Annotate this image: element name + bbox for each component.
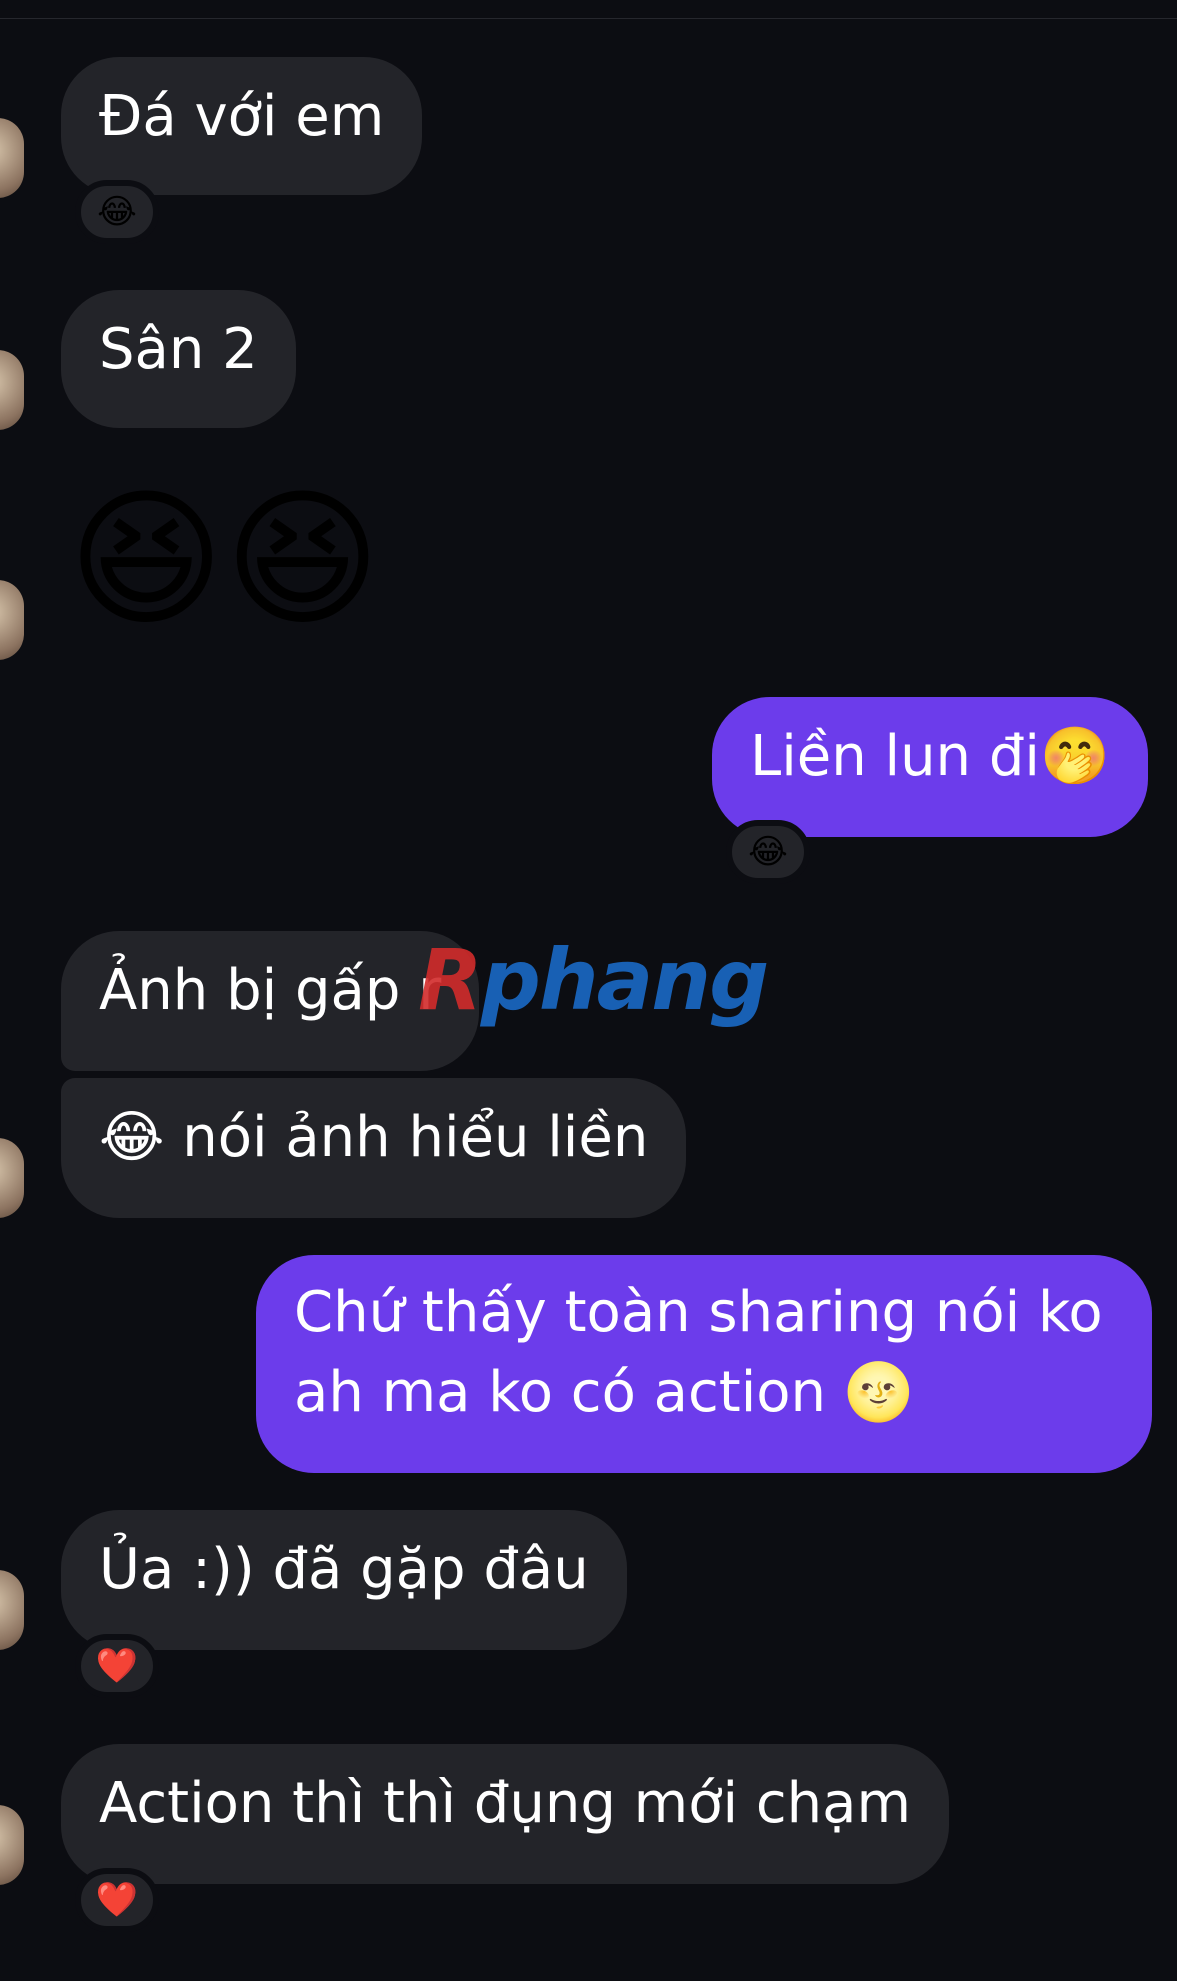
reaction-badge[interactable]: 😂 <box>75 180 159 244</box>
avatar[interactable] <box>0 118 24 198</box>
avatar[interactable] <box>0 580 24 660</box>
message-bubble-incoming[interactable]: Action thì thì đụng mới chạm <box>61 1744 949 1884</box>
message-line: ah ma ko có action 🌝 <box>294 1360 914 1425</box>
message-bubble-incoming[interactable]: Ủa :)) đã gặp đâu <box>61 1510 627 1650</box>
message-bubble-incoming[interactable]: 😂 nói ảnh hiểu liền <box>61 1078 687 1218</box>
emoji-message[interactable]: 😆😆 <box>68 485 381 635</box>
avatar[interactable] <box>0 1138 24 1218</box>
watermark-logo: Rphang <box>418 931 769 1029</box>
message-line: Chứ thấy toàn sharing nói ko <box>294 1280 1103 1345</box>
reaction-badge[interactable]: ❤️ <box>75 1868 159 1932</box>
avatar[interactable] <box>0 1570 24 1650</box>
avatar[interactable] <box>0 1805 24 1885</box>
reaction-badge[interactable]: ❤️ <box>75 1634 159 1698</box>
header-divider <box>0 18 1177 19</box>
avatar[interactable] <box>0 350 24 430</box>
message-bubble-incoming[interactable]: Sân 2 <box>61 290 296 428</box>
message-bubble-outgoing[interactable]: Chứ thấy toàn sharing nói ko ah ma ko có… <box>256 1255 1152 1473</box>
message-bubble-outgoing[interactable]: Liền lun đi🤭 <box>712 697 1148 837</box>
message-bubble-incoming[interactable]: Ảnh bị gấp r <box>61 931 480 1071</box>
message-bubble-incoming[interactable]: Đá với em <box>61 57 423 195</box>
reaction-badge[interactable]: 😂 <box>726 820 810 884</box>
